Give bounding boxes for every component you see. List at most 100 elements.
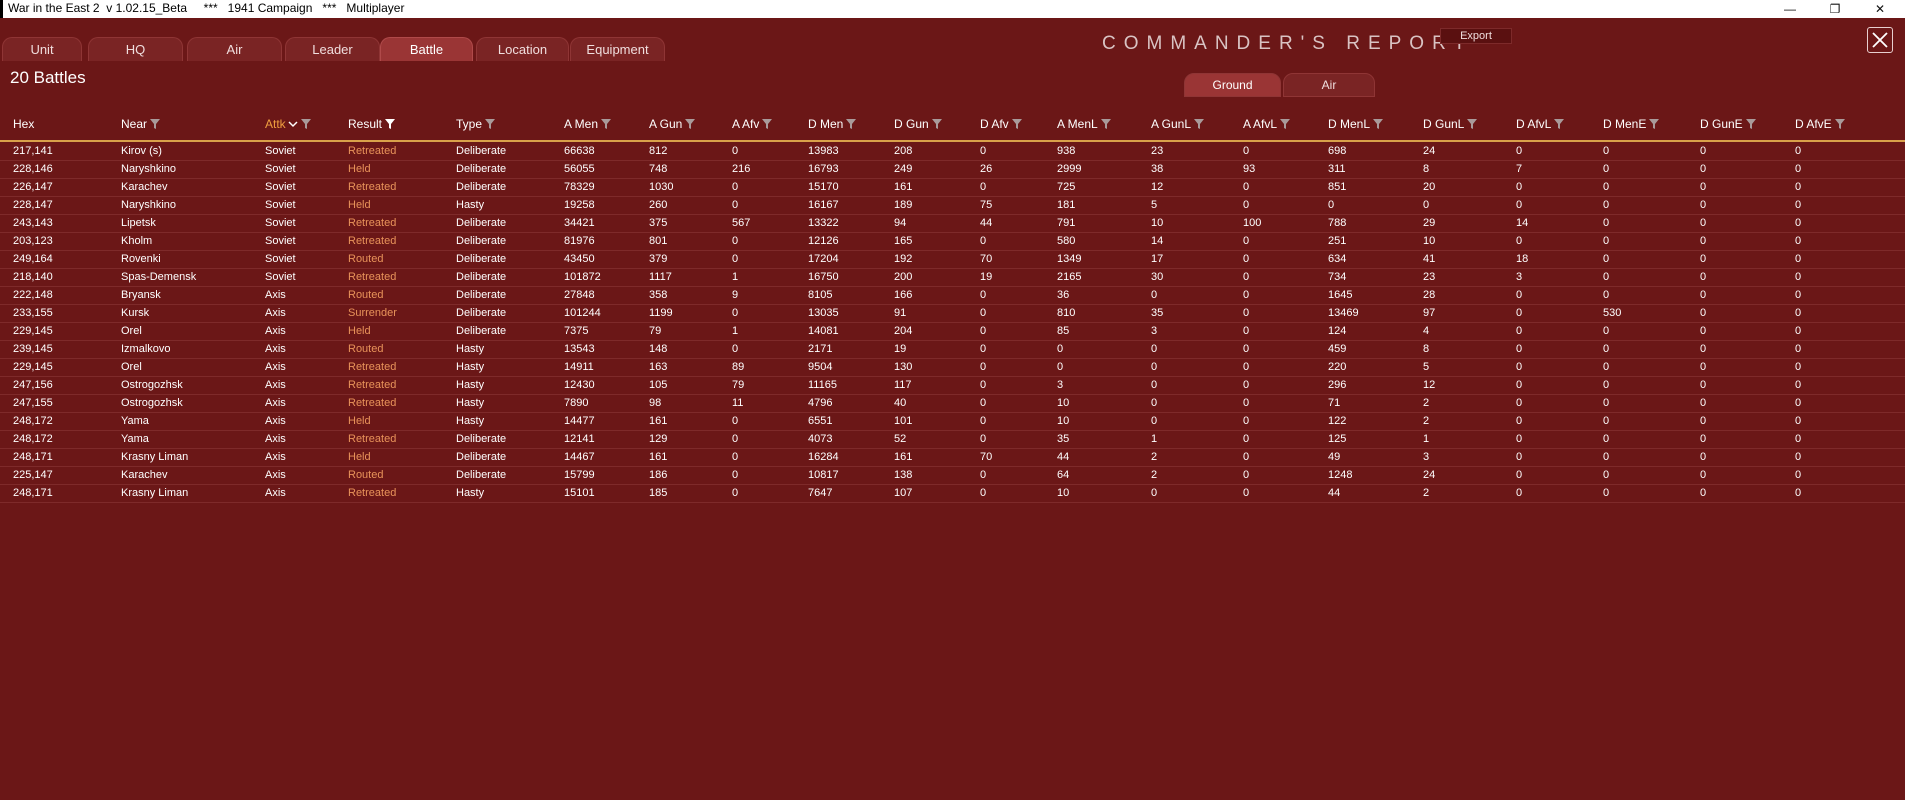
sort-descending-icon[interactable] (288, 119, 298, 129)
column-header-d-afv[interactable]: D Afv (980, 117, 1023, 131)
subtab-air[interactable]: Air (1283, 73, 1375, 97)
table-row[interactable]: 248,171 Krasny Liman Axis Held Deliberate 144… (0, 449, 1905, 467)
cell-result: Held (348, 451, 371, 463)
cell-a-afv: 216 (732, 163, 751, 175)
table-row[interactable]: 239,145 Izmalkovo Axis Routed Hasty 13543 148 0… (0, 341, 1905, 359)
column-header-label: A Gun (649, 117, 683, 131)
column-header-d-mene[interactable]: D MenE (1603, 117, 1660, 131)
tab-leader[interactable]: Leader (285, 37, 380, 61)
export-button[interactable]: Export (1440, 28, 1512, 44)
cell-d-mene: 0 (1603, 163, 1610, 175)
table-row[interactable]: 248,171 Krasny Liman Axis Retreated Hasty 151… (0, 485, 1905, 503)
cell-a-afv: 0 (732, 469, 739, 481)
cell-d-men: 16167 (808, 199, 839, 211)
cell-type: Deliberate (456, 307, 507, 319)
cell-d-afvl: 0 (1516, 235, 1523, 247)
filter-icon[interactable] (1466, 118, 1478, 130)
cell-d-gune: 0 (1700, 361, 1707, 373)
column-header-d-gunl[interactable]: D GunL (1423, 117, 1478, 131)
table-row[interactable]: 248,172 Yama Axis Held Hasty 14477 161 0 6551 101… (0, 413, 1905, 431)
table-row[interactable]: 229,145 Orel Axis Retreated Hasty 14911 163 89 9… (0, 359, 1905, 377)
column-header-a-men[interactable]: A Men (564, 117, 612, 131)
column-header-a-afv[interactable]: A Afv (732, 117, 773, 131)
window-close-button[interactable]: ✕ (1860, 0, 1900, 18)
cell-attk: Soviet (265, 253, 296, 265)
cell-result: Routed (348, 289, 384, 301)
cell-d-gun: 91 (894, 307, 907, 319)
table-row[interactable]: 228,147 Naryshkino Soviet Held Hasty 19258 260… (0, 197, 1905, 215)
cell-a-gunl: 0 (1151, 289, 1158, 301)
column-header-near[interactable]: Near (121, 117, 161, 131)
cell-a-menl: 810 (1057, 307, 1076, 319)
column-header-d-men[interactable]: D Men (808, 117, 857, 131)
column-header-d-afve[interactable]: D AfvE (1795, 117, 1846, 131)
filter-icon[interactable] (1372, 118, 1384, 130)
column-header-d-afvl[interactable]: D AfvL (1516, 117, 1565, 131)
filter-icon[interactable] (1193, 118, 1205, 130)
table-row[interactable]: 222,148 Bryansk Axis Routed Deliberate 27848 3… (0, 287, 1905, 305)
table-row[interactable]: 247,156 Ostrogozhsk Axis Retreated Hasty 1243… (0, 377, 1905, 395)
cell-a-gunl: 2 (1151, 469, 1158, 481)
tab-unit[interactable]: Unit (2, 37, 82, 61)
filter-icon[interactable] (1745, 118, 1757, 130)
cell-d-gunl: 20 (1423, 181, 1436, 193)
column-header-a-gunl[interactable]: A GunL (1151, 117, 1205, 131)
tab-location[interactable]: Location (476, 37, 569, 61)
table-row[interactable]: 249,164 Rovenki Soviet Routed Deliberate 4345… (0, 251, 1905, 269)
cell-a-afvl: 0 (1243, 397, 1250, 409)
close-report-button[interactable] (1867, 27, 1893, 53)
column-header-a-gun[interactable]: A Gun (649, 117, 696, 131)
table-row[interactable]: 226,147 Karachev Soviet Retreated Deliberate… (0, 179, 1905, 197)
table-row[interactable]: 217,141 Kirov (s) Soviet Retreated Deliberat… (0, 143, 1905, 161)
column-header-a-afvl[interactable]: A AfvL (1243, 117, 1291, 131)
filter-icon[interactable] (600, 118, 612, 130)
column-header-hex[interactable]: Hex (13, 117, 34, 131)
table-row[interactable]: 247,155 Ostrogozhsk Axis Retreated Hasty 7890… (0, 395, 1905, 413)
column-header-attk[interactable]: Attk (265, 117, 312, 131)
table-row[interactable]: 233,155 Kursk Axis Surrender Deliberate 10124… (0, 305, 1905, 323)
filter-icon[interactable] (1553, 118, 1565, 130)
minimize-button[interactable]: — (1770, 0, 1810, 18)
restore-button[interactable]: ❐ (1815, 0, 1855, 18)
cell-a-afvl: 0 (1243, 343, 1250, 355)
cell-d-men: 12126 (808, 235, 839, 247)
filter-icon[interactable] (300, 118, 312, 130)
cell-a-menl: 64 (1057, 469, 1070, 481)
cell-attk: Axis (265, 361, 286, 373)
column-header-type[interactable]: Type (456, 117, 496, 131)
tab-air[interactable]: Air (187, 37, 282, 61)
filter-icon[interactable] (684, 118, 696, 130)
filter-icon[interactable] (1100, 118, 1112, 130)
table-row[interactable]: 203,123 Kholm Soviet Retreated Deliberate 819… (0, 233, 1905, 251)
column-header-a-menl[interactable]: A MenL (1057, 117, 1112, 131)
column-header-d-gun[interactable]: D Gun (894, 117, 943, 131)
cell-d-gunl: 24 (1423, 145, 1436, 157)
filter-icon[interactable] (1279, 118, 1291, 130)
table-row[interactable]: 243,143 Lipetsk Soviet Retreated Deliberate 3… (0, 215, 1905, 233)
filter-icon[interactable] (845, 118, 857, 130)
table-row[interactable]: 248,172 Yama Axis Retreated Deliberate 12141 1… (0, 431, 1905, 449)
cell-a-men: 12430 (564, 379, 595, 391)
filter-icon[interactable] (1648, 118, 1660, 130)
tab-hq[interactable]: HQ (88, 37, 183, 61)
filter-icon[interactable] (1834, 118, 1846, 130)
column-header-label: A AfvL (1243, 117, 1278, 131)
subtab-ground[interactable]: Ground (1184, 73, 1281, 97)
column-header-result[interactable]: Result (348, 117, 396, 131)
tab-equipment[interactable]: Equipment (570, 37, 665, 61)
cell-a-afvl: 0 (1243, 487, 1250, 499)
table-row[interactable]: 225,147 Karachev Axis Routed Deliberate 15799… (0, 467, 1905, 485)
filter-active-icon[interactable] (384, 118, 396, 130)
table-row[interactable]: 229,145 Orel Axis Held Deliberate 7375 79 1 1408… (0, 323, 1905, 341)
cell-d-afve: 0 (1795, 307, 1802, 319)
table-row[interactable]: 228,146 Naryshkino Soviet Held Deliberate 560… (0, 161, 1905, 179)
column-header-d-gune[interactable]: D GunE (1700, 117, 1757, 131)
filter-icon[interactable] (149, 118, 161, 130)
filter-icon[interactable] (761, 118, 773, 130)
filter-icon[interactable] (1011, 118, 1023, 130)
column-header-d-menl[interactable]: D MenL (1328, 117, 1384, 131)
tab-battle[interactable]: Battle (380, 37, 473, 61)
filter-icon[interactable] (484, 118, 496, 130)
filter-icon[interactable] (931, 118, 943, 130)
table-row[interactable]: 218,140 Spas-Demensk Soviet Retreated Delibe… (0, 269, 1905, 287)
